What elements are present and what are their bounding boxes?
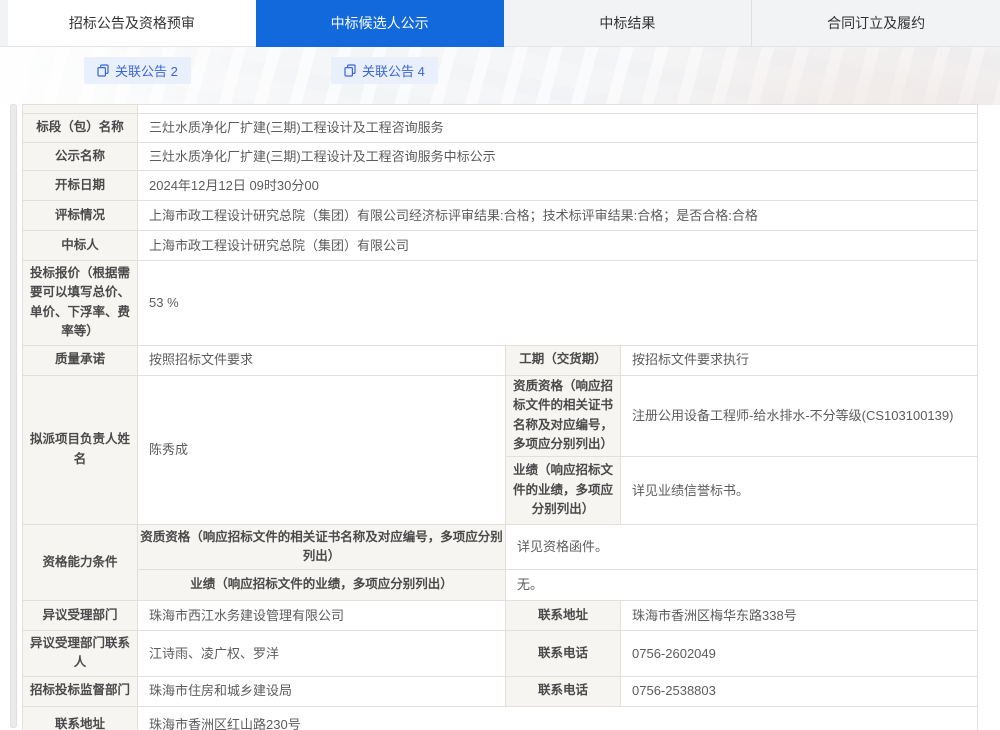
project-leader-subrows: 资质资格（响应招标文件的相关证书名称及对应编号，多项应分别列出） 注册公用设备工… [506,376,977,526]
row-value: 珠海市香洲区红山路230号 [138,707,977,730]
row-value-2: 0756-2602049 [621,631,977,677]
tab-tender-announcement[interactable]: 招标公告及资格预审 [8,0,256,47]
row-label-2: 工期（交货期） [506,346,621,376]
row-label: 标段（包）名称 [23,114,138,143]
row-value-2: 珠海市香洲区梅华东路338号 [621,601,977,631]
subrow-value: 无。 [506,570,977,601]
row-label: 异议受理部门 [23,601,138,631]
tab-winning-result[interactable]: 中标结果 [504,0,752,47]
row-label: 资格能力条件 [23,525,138,601]
table-row-objection-contact: 异议受理部门联系人 江诗雨、凌广权、罗洋 联系电话 0756-2602049 [23,631,977,677]
row-value: 陈秀成 [138,376,506,526]
row-value: 上海市政工程设计研究总院（集团）有限公司 [138,231,977,261]
vertical-scrollbar[interactable] [10,104,17,728]
row-value: 上海市政工程设计研究总院（集团）有限公司经济标评审结果:合格；技术标评审结果:合… [138,201,977,231]
table-row-bid-price: 投标报价（根据需要可以填写总价、单价、下浮率、费率等） 53 % [23,261,977,346]
related-announcement-4-label: 关联公告 4 [362,61,425,80]
related-announcement-2-label: 关联公告 2 [115,61,178,80]
row-label-2: 联系电话 [506,677,621,707]
tab-winning-candidate-announcement[interactable]: 中标候选人公示 [256,0,504,47]
table-row-evaluation-status: 评标情况 上海市政工程设计研究总院（集团）有限公司经济标评审结果:合格；技术标评… [23,201,977,231]
table-row-project-leader: 拟派项目负责人姓名 陈秀成 资质资格（响应招标文件的相关证书名称及对应编号，多项… [23,376,977,526]
row-value: 按照招标文件要求 [138,346,506,376]
tab-contract-performance[interactable]: 合同订立及履约 [751,0,1000,47]
row-value: 2024年12月12日 09时30分00 [138,171,977,201]
table-row-section-name: 标段（包）名称 三灶水质净化厂扩建(三期)工程设计及工程咨询服务 [23,114,977,143]
table-row-announcement-name: 公示名称 三灶水质净化厂扩建(三期)工程设计及工程咨询服务中标公示 [23,143,977,172]
announcement-detail-table: 标段（包）名称 三灶水质净化厂扩建(三期)工程设计及工程咨询服务 公示名称 三灶… [22,104,978,730]
row-value: 江诗雨、凌广权、罗洋 [138,631,506,677]
table-row-quality-commitment: 质量承诺 按照招标文件要求 工期（交货期） 按招标文件要求执行 [23,346,977,376]
subrow-qualification: 资质资格（响应招标文件的相关证书名称及对应编号，多项应分别列出） 注册公用设备工… [506,376,977,457]
subrow-label: 资质资格（响应招标文件的相关证书名称及对应编号，多项应分别列出） [138,525,506,570]
row-value [138,105,977,114]
tab-bar-left-edge [0,0,8,47]
table-row-qualification-capability: 资格能力条件 资质资格（响应招标文件的相关证书名称及对应编号，多项应分别列出） … [23,525,977,601]
row-value-2: 0756-2538803 [621,677,977,707]
related-announcement-2-button[interactable]: 关联公告 2 [84,57,191,84]
copy-icon [97,64,109,77]
subrow-label: 业绩（响应招标文件的业绩，多项应分别列出） [138,570,506,601]
row-value: 三灶水质净化厂扩建(三期)工程设计及工程咨询服务 [138,114,977,143]
page: 招标公告及资格预审 中标候选人公示 中标结果 合同订立及履约 关联公告 2 关联… [0,0,1000,730]
hero-band: 关联公告 2 关联公告 4 [0,47,1000,105]
table-row-contact-address: 联系地址 珠海市香洲区红山路230号 [23,707,977,730]
row-value: 三灶水质净化厂扩建(三期)工程设计及工程咨询服务中标公示 [138,143,977,172]
row-label: 公示名称 [23,143,138,172]
related-announcement-4-button[interactable]: 关联公告 4 [331,57,438,84]
row-label: 异议受理部门联系人 [23,631,138,677]
row-label: 开标日期 [23,171,138,201]
subrow-label: 资质资格（响应招标文件的相关证书名称及对应编号，多项应分别列出） [506,376,621,457]
table-row-partial-top [23,105,977,114]
row-value: 珠海市住房和城乡建设局 [138,677,506,707]
subrow-performance: 业绩（响应招标文件的业绩，多项应分别列出） 无。 [138,570,977,601]
table-row-objection-department: 异议受理部门 珠海市西江水务建设管理有限公司 联系地址 珠海市香洲区梅华东路33… [23,601,977,631]
table-row-supervision-department: 招标投标监督部门 珠海市住房和城乡建设局 联系电话 0756-2538803 [23,677,977,707]
row-label-2: 联系电话 [506,631,621,677]
row-value: 53 % [138,261,977,346]
row-label: 质量承诺 [23,346,138,376]
qualification-subrows: 资质资格（响应招标文件的相关证书名称及对应编号，多项应分别列出） 详见资格函件。… [138,525,977,601]
row-label: 投标报价（根据需要可以填写总价、单价、下浮率、费率等） [23,261,138,346]
row-label: 中标人 [23,231,138,261]
subrow-value: 详见资格函件。 [506,525,977,570]
table-row-bid-opening-date: 开标日期 2024年12月12日 09时30分00 [23,171,977,201]
row-value-2: 按招标文件要求执行 [621,346,977,376]
row-value: 珠海市西江水务建设管理有限公司 [138,601,506,631]
row-label: 招标投标监督部门 [23,677,138,707]
subrow-performance: 业绩（响应招标文件的业绩，多项应分别列出） 详见业绩信誉标书。 [506,457,977,526]
copy-icon [344,64,356,77]
table-row-winning-bidder: 中标人 上海市政工程设计研究总院（集团）有限公司 [23,231,977,261]
row-label: 评标情况 [23,201,138,231]
row-label: 拟派项目负责人姓名 [23,376,138,526]
row-label [23,105,138,114]
subrow-qualification: 资质资格（响应招标文件的相关证书名称及对应编号，多项应分别列出） 详见资格函件。 [138,525,977,570]
subrow-value: 注册公用设备工程师-给水排水-不分等级(CS103100139) [621,376,977,457]
subrow-label: 业绩（响应招标文件的业绩，多项应分别列出） [506,457,621,526]
row-label: 联系地址 [23,707,138,730]
row-label-2: 联系地址 [506,601,621,631]
tab-bar: 招标公告及资格预审 中标候选人公示 中标结果 合同订立及履约 [0,0,1000,47]
subrow-value: 详见业绩信誉标书。 [621,457,977,526]
